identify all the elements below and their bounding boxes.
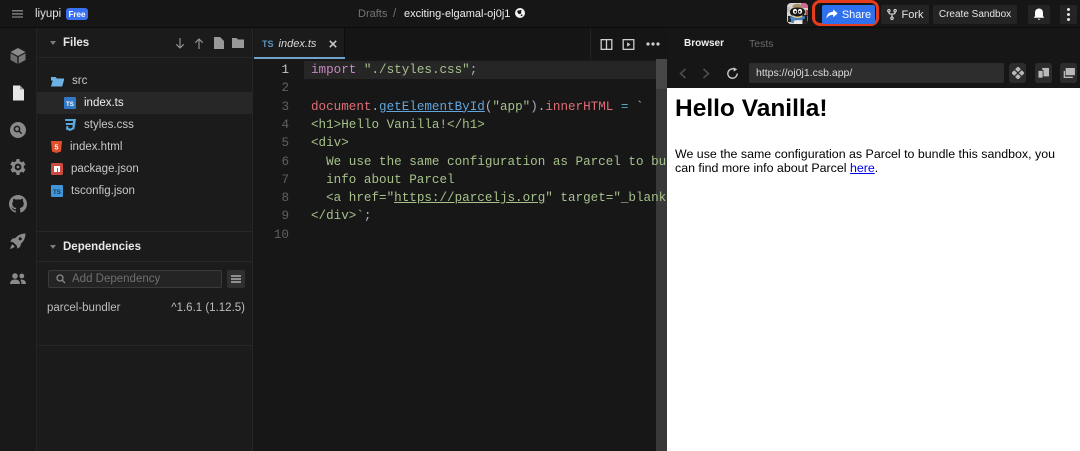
svg-text:5: 5 [55, 145, 59, 152]
svg-text:TS: TS [66, 101, 74, 108]
svg-text:TS: TS [53, 189, 61, 196]
